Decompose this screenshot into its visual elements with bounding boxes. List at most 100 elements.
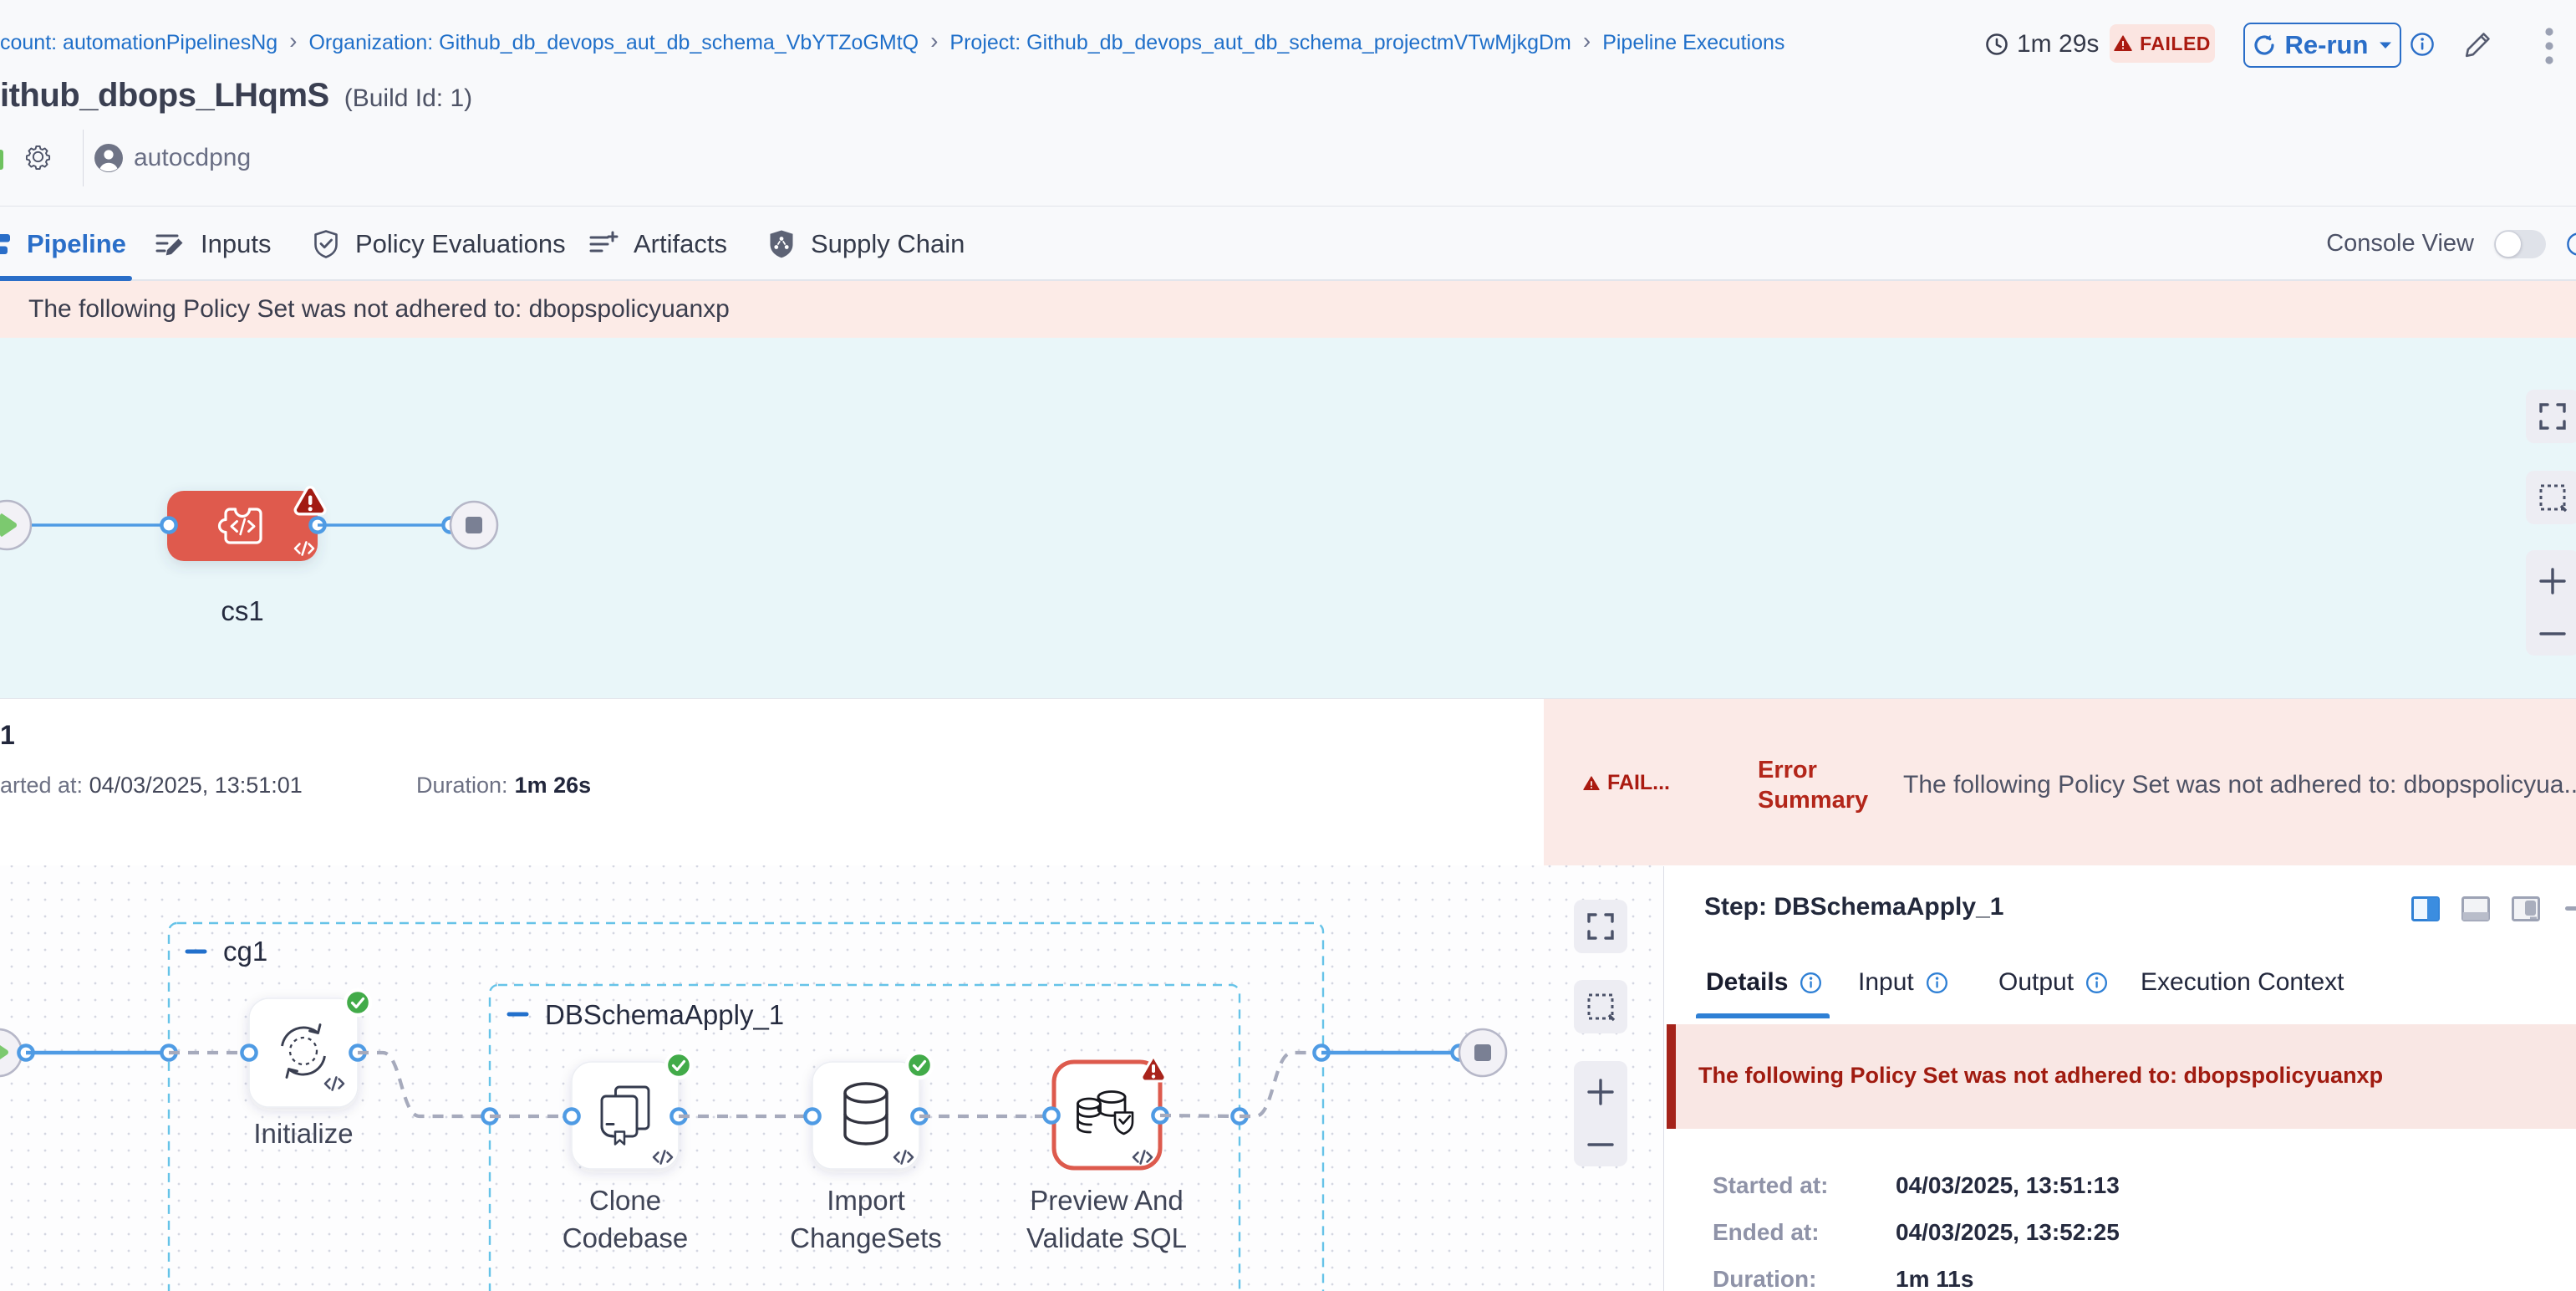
detail-row-ended: Ended at:04/03/2025, 13:52:25 [1713, 1219, 2120, 1246]
zoom-out-button[interactable] [1586, 1139, 1616, 1151]
gear-icon[interactable] [25, 144, 52, 171]
breadcrumb-separator-icon: › [289, 28, 297, 54]
step-label-initialize: Initialize [253, 1118, 353, 1149]
view-split-icon[interactable] [2411, 896, 2440, 921]
step-panel-title: Step: DBSchemaApply_1 [1704, 893, 2003, 921]
panel-collapse-icon[interactable] [2565, 906, 2576, 911]
breadcrumb-pipeline-executions[interactable]: Pipeline Executions [1602, 31, 1784, 55]
step-error-box: The following Policy Set was not adhered… [1667, 1024, 2576, 1129]
group-dbschemaapply-label: DBSchemaApply_1 [545, 999, 784, 1030]
detail-row-started-value: 04/03/2025, 13:51:13 [1896, 1172, 2120, 1198]
step-node-clone-codebase[interactable] [564, 1053, 691, 1169]
rerun-button-label: Re-run [2285, 30, 2369, 60]
console-view-toggle[interactable] [2494, 230, 2546, 258]
step-node-initialize[interactable] [242, 990, 370, 1107]
elapsed-time: 1m 29s [1985, 30, 2099, 59]
edit-pencil-icon[interactable] [2461, 27, 2496, 62]
page-title: ithub_dbops_LHqmS [0, 77, 329, 115]
info-icon[interactable] [2566, 232, 2576, 257]
breadcrumb-organization[interactable]: Organization: Github_db_devops_aut_db_sc… [308, 31, 919, 55]
stage-start-node [0, 501, 31, 549]
info-icon[interactable] [2410, 32, 2435, 57]
tab-supply-chain-label: Supply Chain [811, 229, 965, 259]
stage-duration: Duration:1m 26s [416, 773, 591, 799]
error-summary-label-line: Error [1758, 757, 1817, 783]
panel-tab-execution-context[interactable]: Execution Context [2141, 968, 2344, 997]
view-bottom-icon[interactable] [2461, 896, 2490, 921]
policy-banner: The following Policy Set was not adhered… [0, 281, 2576, 338]
active-tab-underline [1696, 1013, 1830, 1018]
panel-tab-output-label: Output [1998, 968, 2074, 997]
avatar [94, 143, 122, 171]
fullscreen-button[interactable] [1574, 900, 1627, 953]
marquee-select-button[interactable] [1574, 980, 1627, 1033]
info-icon[interactable] [2085, 972, 2108, 994]
elapsed-value: 1m 29s [2017, 30, 2099, 59]
error-summary-label-line: Summary [1758, 787, 1868, 814]
zoom-control [1574, 1061, 1627, 1166]
tab-inputs[interactable]: Inputs [155, 207, 271, 281]
tab-pipeline[interactable]: Pipeline [0, 207, 126, 281]
tab-policy-evaluations-label: Policy Evaluations [355, 229, 566, 259]
tab-pipeline-label: Pipeline [27, 229, 126, 259]
tab-artifacts-label: Artifacts [634, 229, 727, 259]
step-node-import-changesets[interactable] [805, 1053, 932, 1169]
stage-name: 1 [0, 720, 15, 751]
step-node-preview-validate-sql[interactable] [1044, 1056, 1167, 1168]
breadcrumb-project[interactable]: Project: Github_db_devops_aut_db_schema_… [949, 31, 1571, 55]
step-label-clone-1: Clone [589, 1185, 661, 1216]
kebab-menu-icon[interactable] [2543, 25, 2556, 67]
error-box-bar [1667, 1024, 1676, 1129]
error-summary-message: The following Policy Set was not adhered… [1903, 771, 2576, 799]
zoom-out-button[interactable] [2538, 628, 2568, 640]
stop-icon [1474, 1044, 1491, 1061]
status-green-icon [0, 150, 3, 170]
panel-tab-input[interactable]: Input [1858, 968, 1948, 997]
step-label-import-1: Import [827, 1185, 905, 1216]
info-icon[interactable] [1800, 972, 1822, 994]
panel-tab-details[interactable]: Details [1706, 968, 1822, 997]
zoom-in-button[interactable] [1586, 1077, 1616, 1107]
execution-graph: cg1 Initialize DBSchemaApply_1 [0, 865, 1663, 1291]
info-icon[interactable] [1926, 972, 1948, 994]
view-right-icon[interactable] [2512, 896, 2540, 921]
stage-started-at: arted at: 04/03/2025, 13:51:01 [0, 773, 303, 799]
stage-graph-canvas[interactable]: cs1 [0, 338, 2576, 698]
connector-dot [564, 1109, 578, 1123]
console-view-control: Console View [2326, 207, 2546, 281]
stop-icon [466, 517, 482, 533]
connector-dot [1044, 1108, 1058, 1122]
exec-end-node [1459, 1029, 1506, 1076]
success-badge [907, 1053, 932, 1078]
step-label-clone-2: Codebase [563, 1222, 688, 1253]
zoom-in-button[interactable] [2538, 566, 2568, 596]
execution-graph-canvas[interactable]: cg1 Initialize DBSchemaApply_1 [0, 865, 1663, 1291]
stage-fail-label: FAIL... [1607, 771, 1670, 795]
error-summary-label: Error Summary [1758, 755, 1868, 815]
detail-row-duration-value: 1m 11s [1896, 1266, 1973, 1291]
stage-duration-value: 1m 26s [515, 773, 592, 798]
connector-dot [805, 1109, 819, 1123]
edge-dashed [358, 1053, 490, 1116]
panel-tab-details-label: Details [1706, 968, 1788, 997]
tab-policy-evaluations[interactable]: Policy Evaluations [312, 207, 566, 281]
breadcrumb-separator-icon: › [1583, 28, 1591, 54]
refresh-icon [2252, 33, 2277, 58]
warning-triangle-icon [1583, 776, 1600, 791]
stage-node-cs1[interactable] [161, 487, 325, 561]
edge-dashed [1240, 1053, 1321, 1116]
breadcrumb-account[interactable]: count: automationPipelinesNg [0, 31, 277, 55]
connector-dot [161, 518, 176, 532]
marquee-select-button[interactable] [2526, 471, 2576, 524]
breadcrumb-separator-icon: › [930, 28, 938, 54]
tab-artifacts[interactable]: Artifacts [588, 207, 727, 281]
detail-row-ended-label: Ended at: [1713, 1219, 1896, 1246]
rerun-button[interactable]: Re-run [2243, 23, 2401, 68]
failure-badge [1142, 1056, 1165, 1081]
step-details-panel: Step: DBSchemaApply_1 Details Input Outp… [1663, 866, 2576, 1291]
fullscreen-button[interactable] [2526, 390, 2576, 443]
panel-tab-output[interactable]: Output [1998, 968, 2108, 997]
tab-supply-chain[interactable]: Supply Chain [767, 207, 965, 281]
divider [83, 130, 84, 186]
connector-dot [242, 1045, 256, 1059]
